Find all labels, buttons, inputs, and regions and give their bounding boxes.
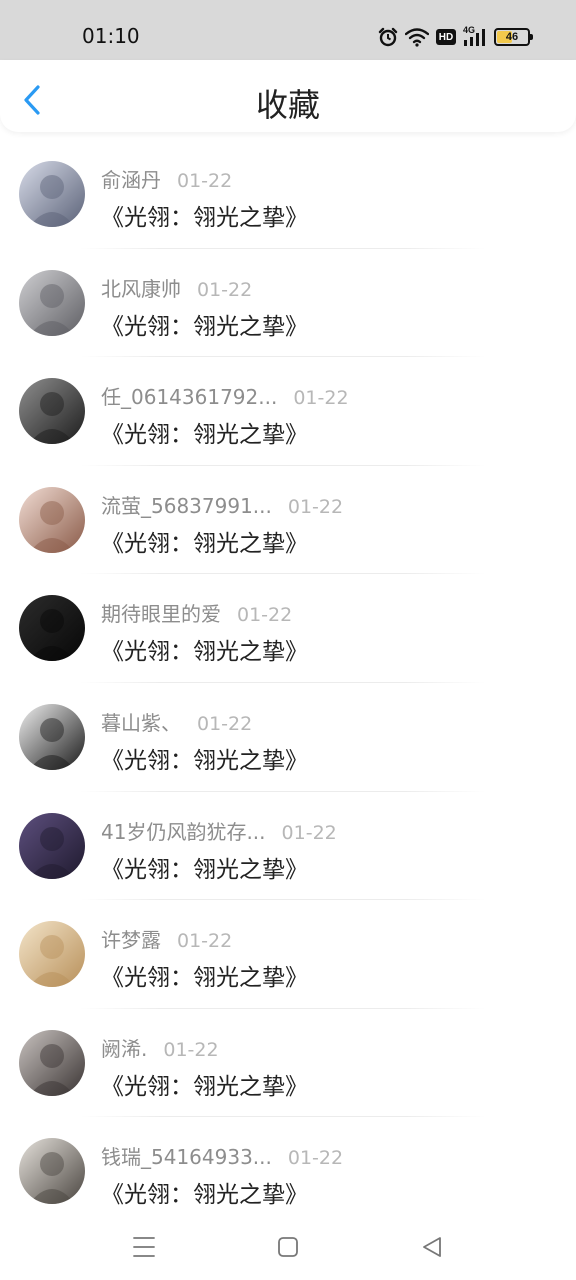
system-nav-bar [0, 1214, 576, 1280]
hd-icon: HD [436, 29, 456, 45]
user-name[interactable]: 期待眼里的爱 [101, 598, 221, 627]
item-date: 01-22 [177, 170, 233, 192]
item-meta: 期待眼里的爱 01-22 [101, 598, 292, 627]
favorite-item[interactable]: 任_0614361792... 01-22 《光翎：翎光之挚》 [0, 357, 576, 466]
avatar[interactable] [19, 378, 85, 445]
favorite-item[interactable]: 俞涵丹 01-22 《光翎：翎光之挚》 [0, 140, 576, 249]
favorite-item[interactable]: 暮山紫、 01-22 《光翎：翎光之挚》 [0, 683, 576, 792]
item-meta: 任_0614361792... 01-22 [101, 381, 349, 410]
battery-level: 46 [505, 31, 519, 43]
signal-4g-icon: 4G [463, 25, 487, 47]
network-label: 4G [463, 25, 476, 35]
item-date: 01-22 [293, 387, 349, 410]
user-name[interactable]: 钱瑞_54164933... [101, 1141, 272, 1170]
favorite-item[interactable]: 许梦露 01-22 《光翎：翎光之挚》 [0, 900, 576, 1009]
item-date: 01-22 [281, 821, 337, 844]
work-title[interactable]: 《光翎：翎光之挚》 [101, 524, 308, 558]
back-nav-button[interactable] [412, 1227, 452, 1267]
page-title: 收藏 [255, 86, 320, 124]
work-title[interactable]: 《光翎：翎光之挚》 [101, 198, 308, 232]
item-meta: 许梦露 01-22 [101, 924, 232, 953]
user-name[interactable]: 41岁仍风韵犹存... [101, 816, 266, 845]
item-date: 01-22 [197, 712, 253, 735]
item-meta: 暮山紫、 01-22 [101, 707, 252, 736]
user-name[interactable]: 流萤_56837991... [101, 490, 272, 519]
item-date: 01-22 [287, 495, 344, 518]
favorite-item[interactable]: 41岁仍风韵犹存... 01-22 《光翎：翎光之挚》 [0, 792, 576, 901]
work-title[interactable]: 《光翎：翎光之挚》 [101, 958, 308, 992]
item-date: 01-22 [177, 930, 233, 953]
avatar[interactable] [19, 486, 85, 553]
work-title[interactable]: 《光翎：翎光之挚》 [101, 850, 308, 884]
avatar[interactable] [19, 1029, 85, 1096]
status-icons: HD 4G 46 [378, 24, 533, 50]
item-meta: 41岁仍风韵犹存... 01-22 [101, 816, 337, 845]
favorite-item[interactable]: 钱瑞_54164933... 01-22 《光翎：翎光之挚》 [0, 1117, 576, 1226]
work-title[interactable]: 《光翎：翎光之挚》 [101, 1067, 308, 1101]
avatar[interactable] [19, 269, 85, 336]
user-name[interactable]: 许梦露 [101, 924, 161, 953]
favorite-item[interactable]: 阙浠. 01-22 《光翎：翎光之挚》 [0, 1009, 576, 1118]
avatar[interactable] [19, 595, 85, 662]
favorite-item[interactable]: 期待眼里的爱 01-22 《光翎：翎光之挚》 [0, 574, 576, 683]
favorites-list: 俞涵丹 01-22 《光翎：翎光之挚》 北风康帅 01-22 《光翎：翎光之挚》 任_061… [0, 140, 576, 1226]
user-name[interactable]: 俞涵丹 [101, 164, 161, 193]
header: 收藏 [0, 60, 576, 132]
work-title[interactable]: 《光翎：翎光之挚》 [101, 632, 308, 666]
item-meta: 流萤_56837991... 01-22 [101, 490, 343, 519]
user-name[interactable]: 暮山紫、 [101, 707, 181, 736]
status-time: 01:10 [82, 24, 140, 48]
avatar[interactable] [19, 921, 85, 988]
back-triangle-icon [423, 1237, 441, 1257]
item-meta: 北风康帅 01-22 [101, 273, 252, 302]
home-button[interactable] [268, 1227, 308, 1267]
menu-button[interactable] [124, 1227, 164, 1267]
favorite-item[interactable]: 流萤_56837991... 01-22 《光翎：翎光之挚》 [0, 466, 576, 575]
avatar[interactable] [19, 703, 85, 770]
work-title[interactable]: 《光翎：翎光之挚》 [101, 1175, 308, 1209]
item-date: 01-22 [287, 1147, 344, 1170]
item-meta: 俞涵丹 01-22 [101, 164, 232, 193]
menu-icon [133, 1237, 155, 1257]
favorite-item[interactable]: 北风康帅 01-22 《光翎：翎光之挚》 [0, 249, 576, 358]
work-title[interactable]: 《光翎：翎光之挚》 [101, 415, 308, 449]
avatar[interactable] [19, 161, 85, 227]
user-name[interactable]: 北风康帅 [101, 273, 181, 302]
alarm-icon [378, 27, 398, 47]
work-title[interactable]: 《光翎：翎光之挚》 [101, 307, 308, 341]
avatar[interactable] [19, 812, 85, 879]
user-name[interactable]: 阙浠. [101, 1033, 147, 1062]
status-bar: 01:10 HD 4G 46 [0, 0, 576, 60]
avatar[interactable] [19, 1138, 85, 1205]
item-date: 01-22 [237, 604, 293, 627]
item-date: 01-22 [197, 278, 253, 301]
item-meta: 阙浠. 01-22 [101, 1033, 219, 1062]
battery-icon: 46 [494, 28, 533, 46]
item-meta: 钱瑞_54164933... 01-22 [101, 1141, 343, 1170]
work-title[interactable]: 《光翎：翎光之挚》 [101, 741, 308, 775]
user-name[interactable]: 任_0614361792... [101, 381, 277, 410]
wifi-icon [405, 27, 429, 47]
home-square-icon [278, 1237, 298, 1257]
item-date: 01-22 [163, 1038, 219, 1061]
